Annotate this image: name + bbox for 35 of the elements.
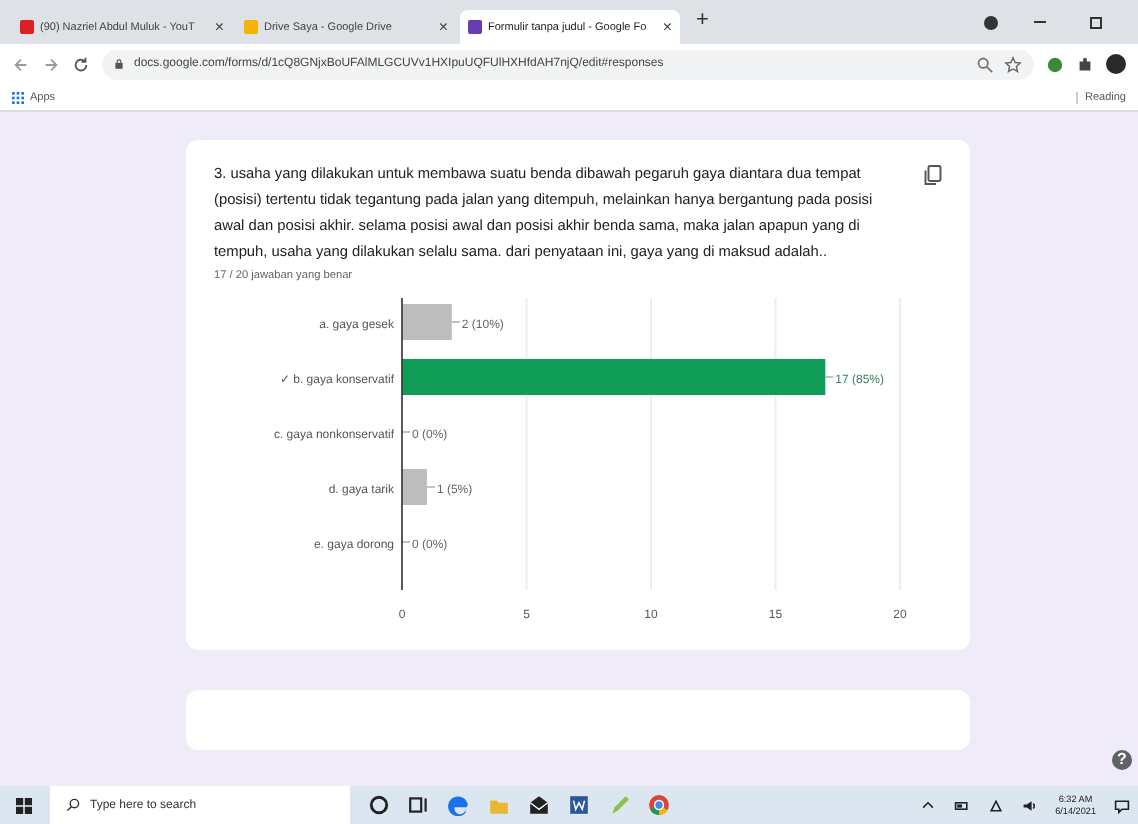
- tab-favicon-icon: [20, 20, 34, 34]
- restore-icon[interactable]: [1086, 12, 1106, 32]
- new-tab-button[interactable]: +: [684, 8, 721, 36]
- close-icon[interactable]: ×: [438, 18, 448, 36]
- battery-icon[interactable]: [953, 797, 970, 813]
- cortana-icon[interactable]: [368, 794, 390, 816]
- task-view-icon[interactable]: [408, 794, 430, 816]
- extension-icon[interactable]: [1046, 55, 1064, 73]
- star-icon[interactable]: [1004, 55, 1022, 73]
- profile-dot-icon[interactable]: [984, 15, 998, 29]
- reload-icon[interactable]: [72, 55, 90, 73]
- notification-icon[interactable]: [1114, 797, 1130, 813]
- close-icon[interactable]: ×: [662, 18, 672, 36]
- word-icon[interactable]: [568, 794, 590, 816]
- tab-favicon-icon: [244, 20, 258, 34]
- back-icon[interactable]: [12, 55, 30, 73]
- zoom-icon[interactable]: [976, 55, 994, 73]
- mail-icon[interactable]: [528, 794, 550, 816]
- volume-icon[interactable]: [1021, 797, 1038, 813]
- windows-start-icon[interactable]: [16, 797, 32, 813]
- copy-icon[interactable]: [924, 164, 942, 186]
- close-icon[interactable]: ×: [214, 18, 224, 36]
- network-icon[interactable]: [987, 797, 1004, 813]
- answer-bar: [402, 304, 452, 340]
- edge-browser-icon[interactable]: [448, 794, 470, 816]
- forward-icon[interactable]: [42, 55, 60, 73]
- avatar-icon[interactable]: [1106, 54, 1126, 74]
- chrome-icon[interactable]: [648, 794, 670, 816]
- lock-icon: [114, 58, 124, 70]
- apps-grid-icon: [12, 91, 24, 103]
- help-button[interactable]: ?: [1112, 750, 1132, 770]
- tab-favicon-icon: [468, 20, 482, 34]
- answer-bar: [402, 469, 427, 505]
- puzzle-icon[interactable]: [1076, 55, 1094, 73]
- search-icon: [66, 798, 80, 812]
